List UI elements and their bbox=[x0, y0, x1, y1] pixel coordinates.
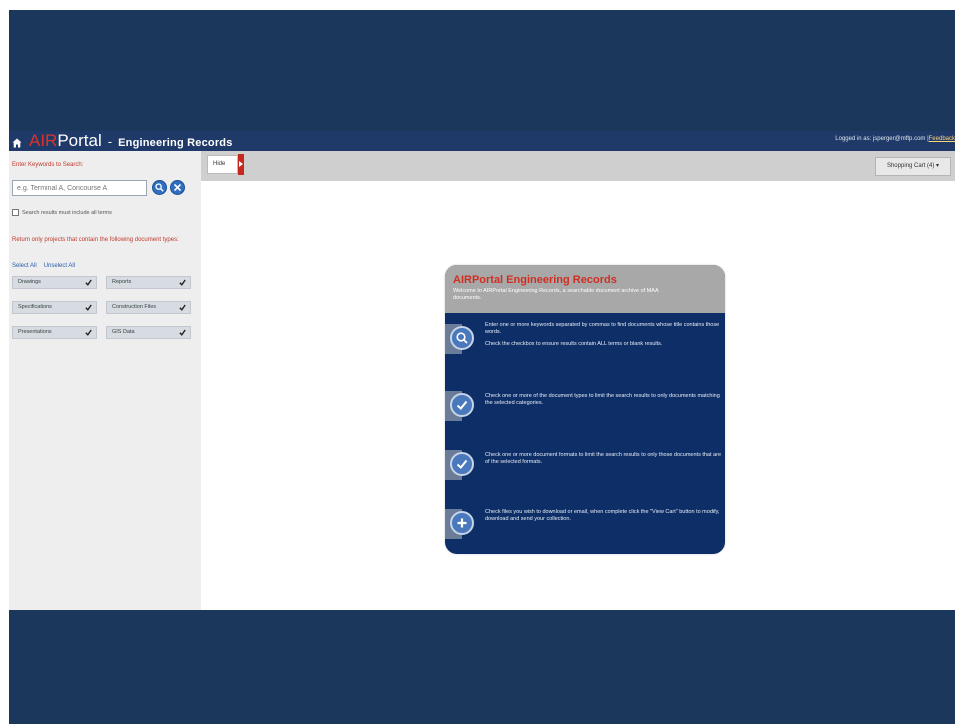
doc-type-label: Presentations bbox=[18, 329, 52, 335]
doc-type-label: Specifications bbox=[18, 304, 52, 310]
login-status: Logged in as: jsperger@mftp.com |Feedbac… bbox=[835, 136, 955, 142]
all-terms-option[interactable]: Search results must include all terms bbox=[12, 209, 112, 216]
doc-type-label: Drawings bbox=[18, 279, 41, 285]
app-header: AIRPortal - Engineering Records Logged in … bbox=[9, 131, 955, 151]
step-text-line: Check files you wish to download or emai… bbox=[485, 509, 720, 522]
login-text: Logged in as: jsperger@mftp.com | bbox=[835, 136, 929, 142]
results-toolbar: Hide Shopping Cart (4) ▾ bbox=[201, 151, 955, 181]
clear-search-button[interactable] bbox=[170, 180, 185, 195]
search-icon bbox=[456, 332, 468, 344]
search-button[interactable] bbox=[152, 180, 167, 195]
doc-type-instructions: Return only projects that contain the fo… bbox=[12, 237, 179, 243]
app-logo[interactable]: AIRPortal - Engineering Records bbox=[29, 131, 233, 153]
all-terms-label: Search results must include all terms bbox=[22, 209, 112, 216]
select-all-link[interactable]: Select All bbox=[12, 263, 37, 269]
welcome-header: AIRPortal Engineering Records Welcome to… bbox=[445, 265, 725, 313]
collapse-tab[interactable] bbox=[238, 154, 244, 175]
home-icon[interactable] bbox=[12, 135, 22, 148]
checkmark-icon bbox=[456, 459, 468, 469]
checkbox-checked-icon[interactable] bbox=[85, 279, 92, 286]
checkbox-checked-icon[interactable] bbox=[179, 304, 186, 311]
doc-type-presentations[interactable]: Presentations bbox=[12, 326, 97, 339]
step-badge bbox=[450, 452, 474, 476]
all-terms-checkbox[interactable] bbox=[12, 209, 19, 216]
close-icon bbox=[173, 183, 182, 192]
search-icon bbox=[155, 183, 164, 192]
step-badge bbox=[450, 393, 474, 417]
airportal-app: AIRPortal - Engineering Records Logged in … bbox=[9, 131, 955, 610]
doc-type-drawings[interactable]: Drawings bbox=[12, 276, 97, 289]
arrow-right-icon bbox=[239, 161, 243, 167]
welcome-subtitle: Welcome to AIRPortal Engineering Records… bbox=[453, 288, 659, 301]
step-text: Check one or more document formats to li… bbox=[485, 452, 721, 471]
step-text-line: Check one or more document formats to li… bbox=[485, 452, 722, 465]
search-sidebar: Enter Keywords to Search: Search results… bbox=[9, 151, 201, 610]
step-text: Check files you wish to download or emai… bbox=[485, 509, 721, 528]
keywords-label: Enter Keywords to Search: bbox=[12, 162, 84, 168]
doc-type-label: GIS Data bbox=[112, 329, 135, 335]
step-text: Enter one or more keywords separated by … bbox=[485, 322, 721, 353]
doc-type-gis-data[interactable]: GIS Data bbox=[106, 326, 191, 339]
step-badge bbox=[450, 326, 474, 350]
welcome-title: AIRPortal Engineering Records bbox=[453, 274, 617, 286]
help-step-cart: Check files you wish to download or emai… bbox=[445, 505, 725, 554]
plus-icon bbox=[457, 518, 467, 528]
checkbox-checked-icon[interactable] bbox=[179, 329, 186, 336]
checkmark-icon bbox=[456, 400, 468, 410]
checkbox-checked-icon[interactable] bbox=[85, 329, 92, 336]
doc-type-label: Construction Files bbox=[112, 304, 157, 310]
checkbox-checked-icon[interactable] bbox=[179, 279, 186, 286]
step-text: Check one or more of the document types … bbox=[485, 393, 721, 412]
help-step-formats: Check one or more document formats to li… bbox=[445, 446, 725, 506]
checkbox-checked-icon[interactable] bbox=[85, 304, 92, 311]
brand-portal: Portal bbox=[57, 131, 102, 150]
hide-sidebar-button[interactable]: Hide bbox=[207, 155, 238, 174]
help-step-doc-types: Check one or more of the document types … bbox=[445, 387, 725, 447]
step-text-line: Check one or more of the document types … bbox=[485, 393, 720, 406]
help-step-search: Enter one or more keywords separated by … bbox=[445, 320, 725, 380]
page-title: Engineering Records bbox=[118, 137, 233, 149]
step-text-line: Enter one or more keywords separated by … bbox=[485, 322, 720, 335]
shopping-cart-button[interactable]: Shopping Cart (4) ▾ bbox=[875, 157, 951, 176]
doc-type-construction-files[interactable]: Construction Files bbox=[106, 301, 191, 314]
step-badge bbox=[450, 511, 474, 535]
slide-bottom-band bbox=[9, 610, 955, 724]
select-links: Select All Unselect All bbox=[12, 263, 82, 269]
brand-air: AIR bbox=[29, 131, 58, 150]
step-text-line: Check the checkbox to ensure results con… bbox=[485, 341, 663, 347]
unselect-all-link[interactable]: Unselect All bbox=[44, 263, 75, 269]
slide-frame: AIRPortal - Engineering Records Logged in … bbox=[0, 0, 955, 724]
doc-type-specifications[interactable]: Specifications bbox=[12, 301, 97, 314]
search-input[interactable] bbox=[12, 180, 147, 196]
doc-type-reports[interactable]: Reports bbox=[106, 276, 191, 289]
slide-top-band bbox=[9, 10, 955, 131]
doc-type-label: Reports bbox=[112, 279, 132, 285]
welcome-panel: AIRPortal Engineering Records Welcome to… bbox=[445, 265, 725, 554]
feedback-link[interactable]: Feedback bbox=[929, 136, 955, 142]
brand-dash: - bbox=[107, 134, 113, 149]
